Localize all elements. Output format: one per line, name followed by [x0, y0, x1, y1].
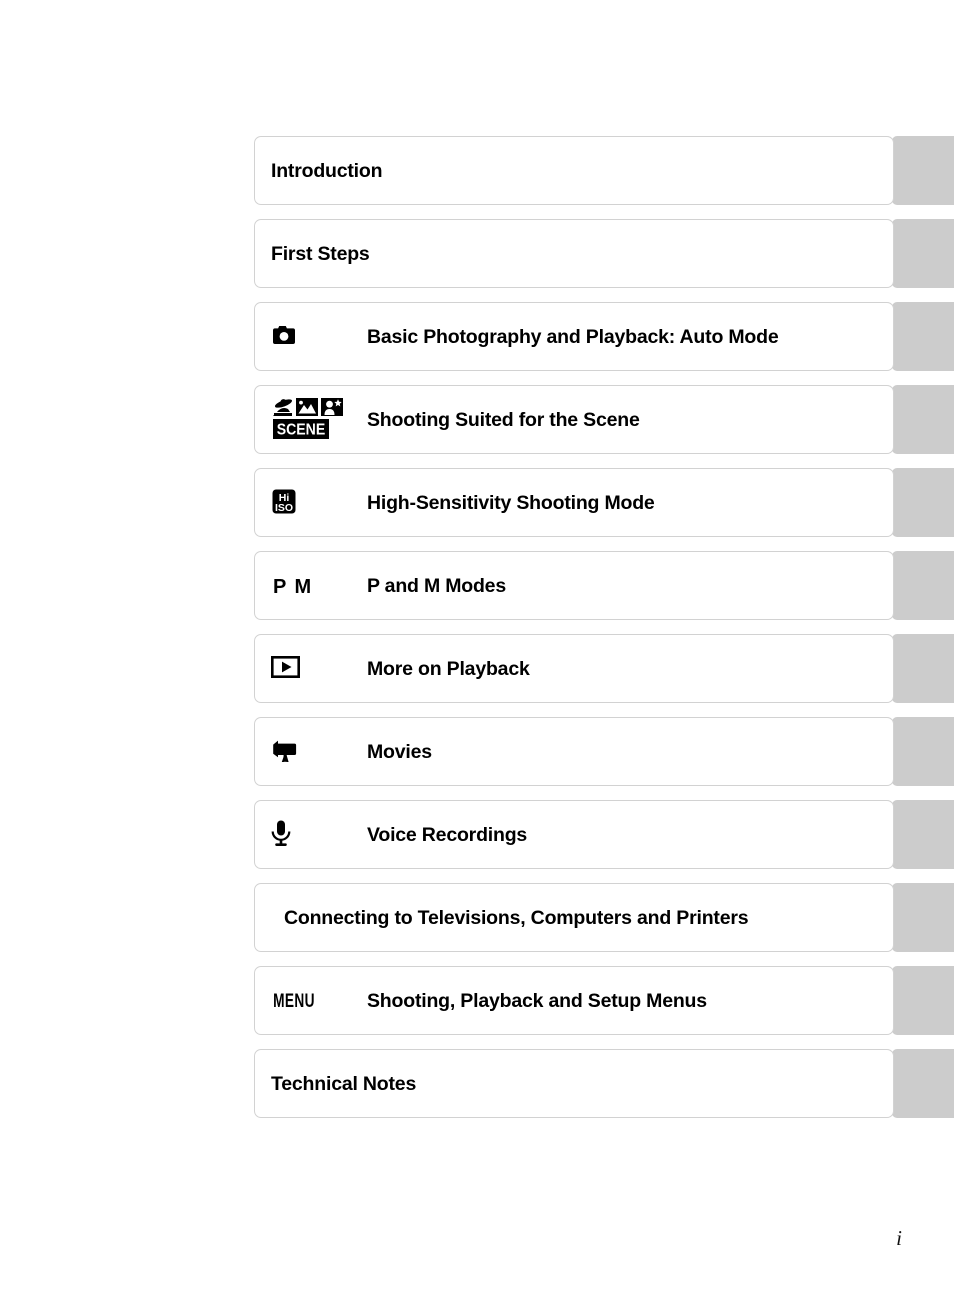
- chapter-row[interactable]: P M P and M Modes: [254, 551, 954, 620]
- chapter-title: Shooting Suited for the Scene: [367, 409, 640, 431]
- chapter-title: Basic Photography and Playback: Auto Mod…: [367, 326, 779, 348]
- chapter-row[interactable]: Introduction: [254, 136, 954, 205]
- movie-camera-icon: [271, 738, 299, 768]
- chapter-title: Shooting, Playback and Setup Menus: [367, 990, 707, 1012]
- chapter-box[interactable]: SCENE Shooting Suited for the Scene: [254, 385, 894, 454]
- chapter-tab-marker[interactable]: [892, 136, 954, 205]
- page-number: i: [896, 1226, 902, 1250]
- chapter-box[interactable]: Connecting to Televisions, Computers and…: [254, 883, 894, 952]
- chapter-tab-marker[interactable]: [892, 219, 954, 288]
- chapter-row[interactable]: SCENE Shooting Suited for the Scene: [254, 385, 954, 454]
- chapter-icon-slot: [271, 303, 357, 372]
- chapter-box[interactable]: Introduction: [254, 136, 894, 205]
- microphone-icon: [271, 819, 291, 853]
- chapter-box[interactable]: Movies: [254, 717, 894, 786]
- chapter-box[interactable]: More on Playback: [254, 634, 894, 703]
- chapter-icon-slot: Hi ISO: [271, 469, 357, 538]
- chapter-title: Introduction: [271, 160, 383, 182]
- playback-icon: [270, 655, 300, 683]
- chapter-box[interactable]: Technical Notes: [254, 1049, 894, 1118]
- chapter-row[interactable]: More on Playback: [254, 634, 954, 703]
- chapter-icon-slot: [270, 635, 357, 704]
- chapter-tab-marker[interactable]: [892, 800, 954, 869]
- chapter-icon-slot: [271, 718, 357, 787]
- chapter-icon-slot: [271, 801, 357, 870]
- chapter-title: P and M Modes: [367, 575, 506, 597]
- chapter-tab-marker[interactable]: [892, 966, 954, 1035]
- chapter-icon-slot: P M: [271, 552, 357, 621]
- night-portrait-scene-tile: [321, 398, 343, 416]
- chapter-title: Voice Recordings: [367, 824, 528, 846]
- chapter-tab-marker[interactable]: [892, 883, 954, 952]
- chapter-tab-marker[interactable]: [892, 302, 954, 371]
- chapter-tab-marker[interactable]: [892, 634, 954, 703]
- scene-mode-icon: SCENE: [271, 394, 345, 447]
- chapter-row[interactable]: First Steps: [254, 219, 954, 288]
- chapter-title: Technical Notes: [271, 1073, 417, 1095]
- chapter-tab-marker[interactable]: [892, 1049, 954, 1118]
- high-iso-icon: Hi ISO: [271, 488, 297, 520]
- chapter-icon-slot: SCENE: [271, 386, 357, 455]
- chapter-row[interactable]: MENU Shooting, Playback and Setup Menus: [254, 966, 954, 1035]
- chapter-box[interactable]: Hi ISO High-Sensitivity Shooting Mode: [254, 468, 894, 537]
- chapter-tab-marker[interactable]: [892, 717, 954, 786]
- chapter-tab-marker[interactable]: [892, 385, 954, 454]
- p-m-mode-icon: P M: [273, 575, 313, 598]
- chapter-title: More on Playback: [367, 658, 530, 680]
- chapter-box[interactable]: P M P and M Modes: [254, 551, 894, 620]
- chapter-row[interactable]: Basic Photography and Playback: Auto Mod…: [254, 302, 954, 371]
- chapter-title: High-Sensitivity Shooting Mode: [367, 492, 655, 514]
- chapter-row[interactable]: Technical Notes: [254, 1049, 954, 1118]
- chapter-icon-slot: MENU: [271, 967, 357, 1036]
- menu-icon: MENU: [273, 991, 315, 1012]
- chapter-box[interactable]: Basic Photography and Playback: Auto Mod…: [254, 302, 894, 371]
- chapter-tab-marker[interactable]: [892, 551, 954, 620]
- svg-text:ISO: ISO: [275, 502, 293, 514]
- chapter-row[interactable]: Hi ISO High-Sensitivity Shooting Mode: [254, 468, 954, 537]
- chapter-title: Connecting to Televisions, Computers and…: [284, 907, 749, 929]
- landscape-scene-tile: [296, 398, 318, 416]
- chapter-row[interactable]: Connecting to Televisions, Computers and…: [254, 883, 954, 952]
- chapter-box[interactable]: First Steps: [254, 219, 894, 288]
- beach-party-scene-tile: [273, 398, 293, 416]
- chapter-title: Movies: [367, 741, 432, 763]
- chapter-list: Introduction First Steps Basic Photography…: [254, 136, 954, 1132]
- chapter-tab-marker[interactable]: [892, 468, 954, 537]
- chapter-box[interactable]: Voice Recordings: [254, 800, 894, 869]
- chapter-row[interactable]: Movies: [254, 717, 954, 786]
- chapter-title: First Steps: [271, 243, 370, 265]
- camera-icon: [271, 324, 297, 351]
- chapter-box[interactable]: MENU Shooting, Playback and Setup Menus: [254, 966, 894, 1035]
- chapter-row[interactable]: Voice Recordings: [254, 800, 954, 869]
- svg-text:SCENE: SCENE: [277, 421, 325, 439]
